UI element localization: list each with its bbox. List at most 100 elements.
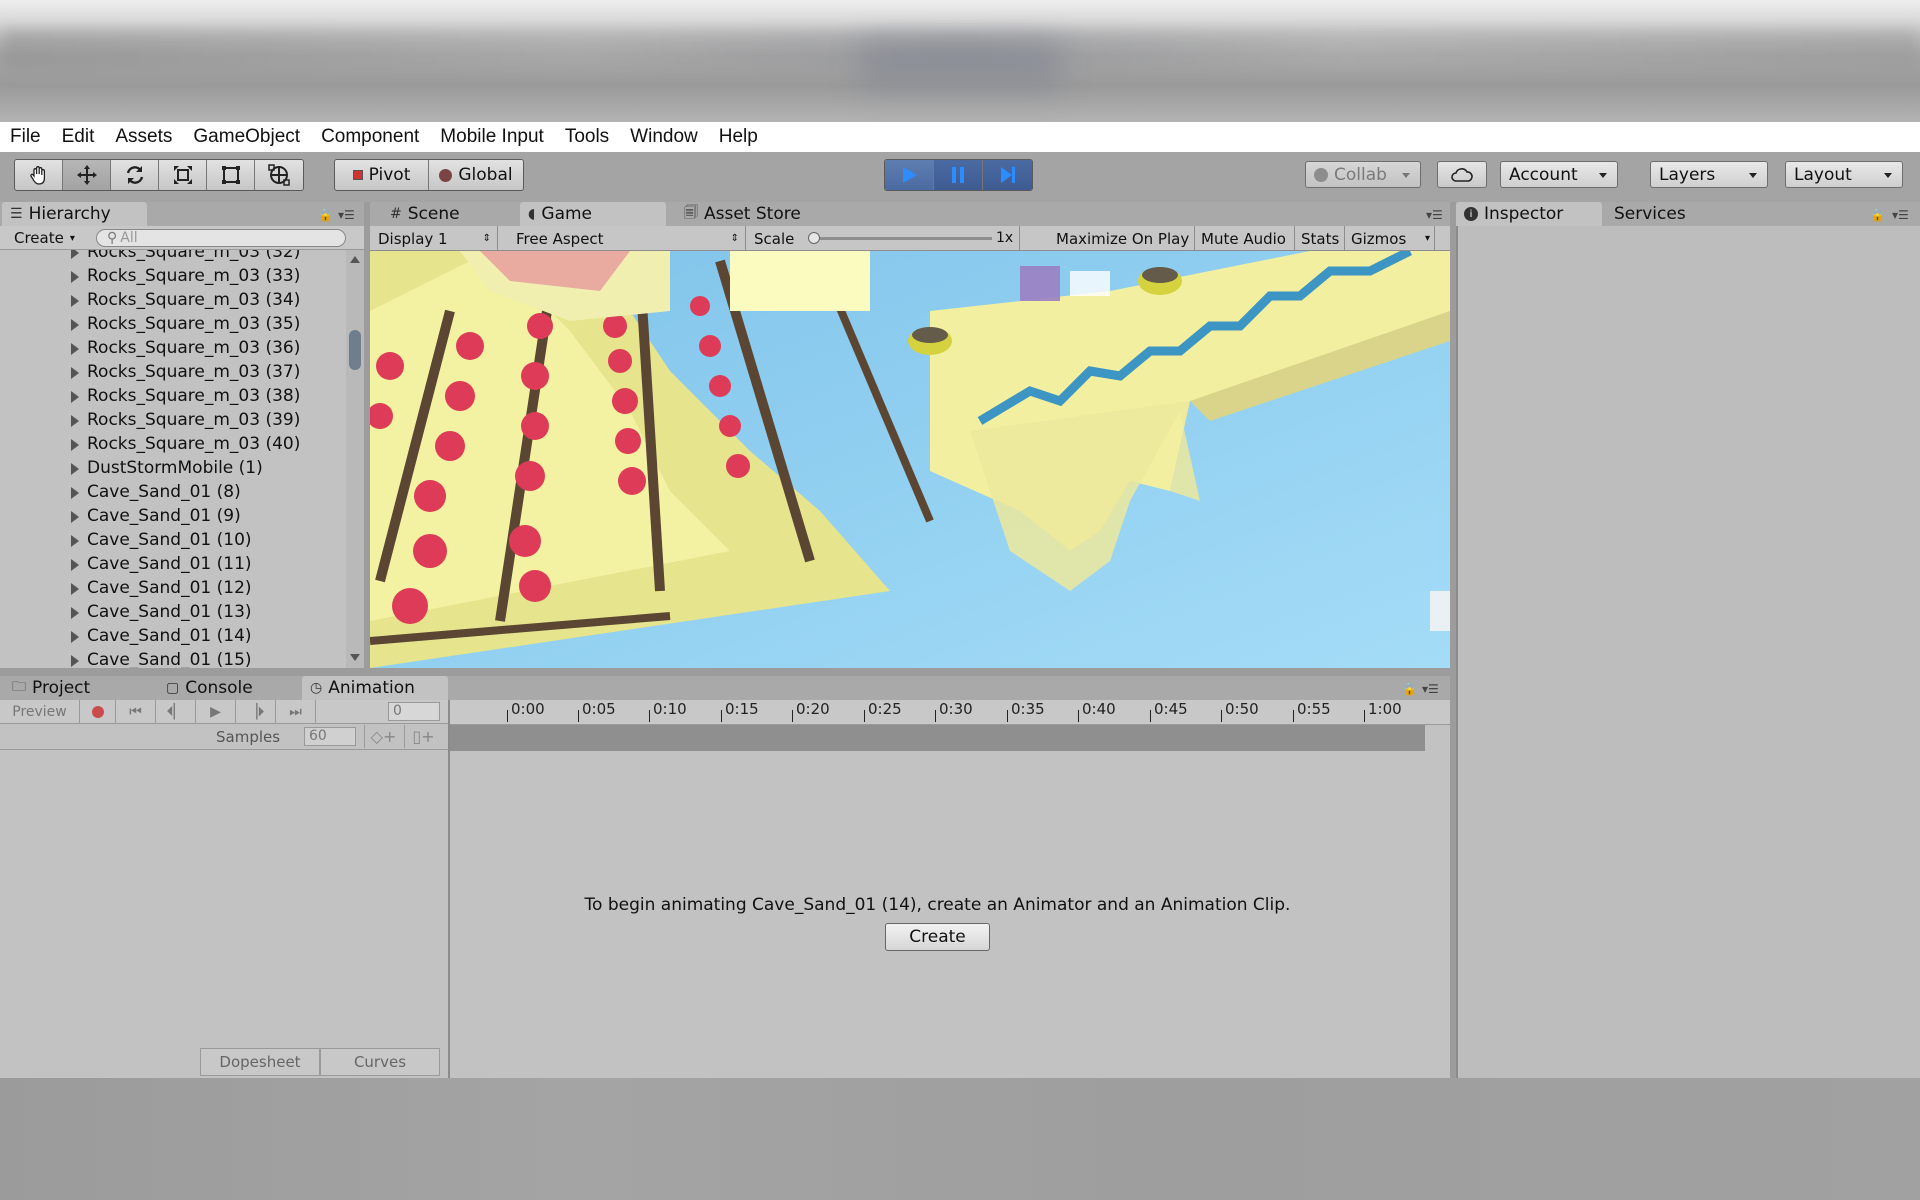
hierarchy-search-input[interactable]: ⚲ All bbox=[96, 229, 346, 247]
list-item[interactable]: Rocks_Square_m_03 (34) bbox=[0, 288, 340, 312]
event-track[interactable] bbox=[450, 725, 1425, 751]
gizmos-dropdown[interactable]: Gizmos ▾ bbox=[1345, 226, 1435, 251]
menu-edit[interactable]: Edit bbox=[62, 126, 95, 148]
play-animation-icon[interactable]: ▶ bbox=[196, 700, 236, 724]
rotate-tool-icon[interactable] bbox=[111, 160, 159, 190]
scroll-up-icon[interactable] bbox=[350, 256, 360, 263]
menu-window[interactable]: Window bbox=[630, 126, 698, 148]
pivot-button[interactable]: Pivot bbox=[335, 160, 429, 190]
game-view-render[interactable] bbox=[370, 251, 1450, 668]
menu-tools[interactable]: Tools bbox=[565, 126, 609, 148]
last-keyframe-icon[interactable]: ⏭ bbox=[276, 700, 316, 724]
list-item[interactable]: Cave_Sand_01 (14) bbox=[0, 624, 340, 648]
tab-animation-label: Animation bbox=[328, 678, 415, 698]
panel-menu-icon[interactable]: ▾☰ bbox=[338, 208, 355, 222]
account-dropdown[interactable]: Account bbox=[1500, 161, 1618, 188]
dopesheet-tab[interactable]: Dopesheet bbox=[200, 1048, 320, 1076]
layout-dropdown[interactable]: Layout bbox=[1785, 161, 1903, 188]
scroll-down-icon[interactable] bbox=[350, 654, 360, 661]
tab-inspector[interactable]: i Inspector bbox=[1456, 202, 1602, 226]
timeline-tick: 0:50 bbox=[1225, 700, 1259, 718]
tab-hierarchy[interactable]: ☰ Hierarchy bbox=[2, 202, 147, 226]
list-item[interactable]: Cave_Sand_01 (15) bbox=[0, 648, 340, 668]
next-keyframe-icon[interactable]: ▕⏵ bbox=[236, 700, 276, 724]
game-panel: Display 1 ⇕ Free Aspect ⇕ Scale 1x Maxim… bbox=[370, 226, 1450, 668]
menu-component[interactable]: Component bbox=[321, 126, 419, 148]
list-item[interactable]: Cave_Sand_01 (9) bbox=[0, 504, 340, 528]
record-icon[interactable] bbox=[80, 700, 116, 724]
move-tool-icon[interactable] bbox=[63, 160, 111, 190]
create-animation-button[interactable]: Create bbox=[885, 923, 990, 951]
timeline-ruler[interactable]: 0:00 0:05 0:10 0:15 0:20 0:25 0:30 0:35 … bbox=[450, 700, 1450, 725]
menu-mobile-input[interactable]: Mobile Input bbox=[440, 126, 544, 148]
panel-menu-icon[interactable]: ▾☰ bbox=[1426, 208, 1443, 222]
scale-slider-thumb[interactable] bbox=[808, 232, 820, 244]
list-item[interactable]: Cave_Sand_01 (8) bbox=[0, 480, 340, 504]
aspect-dropdown[interactable]: Free Aspect ⇕ bbox=[508, 226, 746, 251]
tab-services[interactable]: Services bbox=[1606, 202, 1726, 226]
menu-assets[interactable]: Assets bbox=[115, 126, 172, 148]
frame-input[interactable]: 0 bbox=[388, 702, 440, 721]
tab-asset-store[interactable]: 🗐 Asset Store bbox=[676, 202, 826, 226]
menu-file[interactable]: File bbox=[10, 126, 41, 148]
step-icon[interactable] bbox=[983, 160, 1032, 190]
tab-console[interactable]: ▢ Console bbox=[158, 676, 298, 700]
lock-icon[interactable]: 🔒 bbox=[1870, 208, 1885, 222]
stats-toggle[interactable]: Stats bbox=[1295, 226, 1345, 251]
list-item[interactable]: Cave_Sand_01 (12) bbox=[0, 576, 340, 600]
list-item[interactable]: DustStormMobile (1) bbox=[0, 456, 340, 480]
cloud-button[interactable] bbox=[1437, 161, 1487, 188]
layers-dropdown[interactable]: Layers bbox=[1650, 161, 1768, 188]
list-item[interactable]: Cave_Sand_01 (10) bbox=[0, 528, 340, 552]
panel-menu-icon[interactable]: ▾☰ bbox=[1422, 682, 1439, 696]
list-item[interactable]: Cave_Sand_01 (13) bbox=[0, 600, 340, 624]
list-item[interactable]: Rocks_Square_m_03 (35) bbox=[0, 312, 340, 336]
rect-tool-icon[interactable] bbox=[207, 160, 255, 190]
maximize-on-play-toggle[interactable]: Maximize On Play bbox=[1050, 226, 1195, 251]
scroll-thumb[interactable] bbox=[349, 330, 361, 370]
panel-menu-icon[interactable]: ▾☰ bbox=[1892, 208, 1909, 222]
list-item[interactable]: Cave_Sand_01 (11) bbox=[0, 552, 340, 576]
previous-keyframe-icon[interactable]: ⏴▏ bbox=[156, 700, 196, 724]
display-dropdown[interactable]: Display 1 ⇕ bbox=[370, 226, 498, 251]
add-event-icon[interactable]: ▯+ bbox=[404, 725, 442, 748]
tab-project[interactable]: 🗀 Project bbox=[4, 676, 154, 700]
pause-icon[interactable] bbox=[934, 160, 983, 190]
global-button[interactable]: Global bbox=[429, 160, 523, 190]
list-item[interactable]: Rocks_Square_m_03 (39) bbox=[0, 408, 340, 432]
first-keyframe-icon[interactable]: ⏮ bbox=[116, 700, 156, 724]
samples-input[interactable]: 60 bbox=[304, 727, 356, 746]
curves-tab[interactable]: Curves bbox=[320, 1048, 440, 1076]
list-item[interactable]: Rocks_Square_m_03 (32) bbox=[0, 250, 340, 264]
lock-icon[interactable]: 🔒 bbox=[318, 208, 333, 222]
scale-value: 1x bbox=[996, 230, 1014, 246]
list-item[interactable]: Rocks_Square_m_03 (37) bbox=[0, 360, 340, 384]
search-placeholder: All bbox=[120, 230, 138, 246]
menu-gameobject[interactable]: GameObject bbox=[193, 126, 300, 148]
transform-tool-icon[interactable] bbox=[255, 160, 303, 190]
tab-scene[interactable]: # Scene bbox=[382, 202, 512, 226]
tab-game[interactable]: ◖ Game bbox=[520, 202, 666, 226]
mute-audio-toggle[interactable]: Mute Audio bbox=[1195, 226, 1295, 251]
list-item[interactable]: Rocks_Square_m_03 (40) bbox=[0, 432, 340, 456]
play-icon[interactable] bbox=[885, 160, 934, 190]
hand-tool-icon[interactable] bbox=[15, 160, 63, 190]
tab-inspector-label: Inspector bbox=[1484, 204, 1564, 224]
collab-dropdown[interactable]: Collab bbox=[1305, 161, 1421, 188]
list-item[interactable]: Rocks_Square_m_03 (38) bbox=[0, 384, 340, 408]
list-item[interactable]: Rocks_Square_m_03 (33) bbox=[0, 264, 340, 288]
scale-tool-icon[interactable] bbox=[159, 160, 207, 190]
desktop-background-top bbox=[0, 0, 1920, 122]
tab-animation[interactable]: ◷ Animation bbox=[302, 676, 448, 700]
lock-icon[interactable]: 🔒 bbox=[1402, 682, 1417, 696]
samples-label: Samples bbox=[216, 728, 281, 746]
add-keyframe-icon[interactable]: ◇+ bbox=[364, 725, 402, 748]
preview-toggle[interactable]: Preview bbox=[0, 700, 80, 724]
hierarchy-scrollbar[interactable] bbox=[346, 250, 364, 668]
folder-icon: 🗀 bbox=[12, 679, 26, 695]
tab-console-label: Console bbox=[185, 678, 253, 698]
scale-slider-track[interactable] bbox=[812, 237, 992, 240]
menu-help[interactable]: Help bbox=[719, 126, 758, 148]
create-dropdown[interactable]: Create ▾ bbox=[4, 227, 84, 249]
list-item[interactable]: Rocks_Square_m_03 (36) bbox=[0, 336, 340, 360]
